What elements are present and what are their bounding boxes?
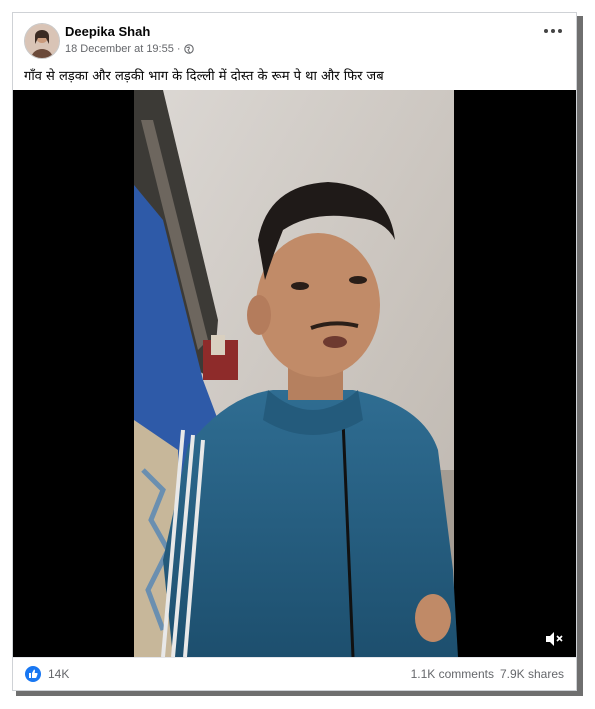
meta-separator: · bbox=[176, 43, 181, 55]
more-options-icon[interactable] bbox=[544, 29, 562, 33]
video-player[interactable] bbox=[13, 90, 576, 657]
reaction-count[interactable]: 14K bbox=[48, 667, 69, 681]
post-header: Deepika Shah 18 December at 19:55 · गाँव… bbox=[13, 13, 576, 91]
speaker-muted-icon[interactable] bbox=[544, 631, 564, 647]
video-frame bbox=[13, 90, 576, 657]
facebook-post-card: Deepika Shah 18 December at 19:55 · गाँव… bbox=[12, 12, 577, 691]
like-reaction-icon[interactable] bbox=[25, 666, 41, 682]
post-meta: 18 December at 19:55 · bbox=[65, 43, 194, 55]
author-avatar[interactable] bbox=[24, 23, 60, 59]
globe-icon bbox=[183, 44, 194, 54]
comment-count[interactable]: 1.1K comments bbox=[411, 667, 494, 681]
post-caption: गाँव से लड़का और लड़की भाग के दिल्ली में… bbox=[24, 69, 384, 84]
engagement-stats: 1.1K comments 7.9K shares bbox=[411, 667, 564, 681]
author-name[interactable]: Deepika Shah bbox=[65, 24, 150, 39]
post-timestamp[interactable]: 18 December at 19:55 bbox=[65, 43, 174, 55]
post-footer: 14K 1.1K comments 7.9K shares bbox=[13, 657, 576, 691]
share-count[interactable]: 7.9K shares bbox=[500, 667, 564, 681]
